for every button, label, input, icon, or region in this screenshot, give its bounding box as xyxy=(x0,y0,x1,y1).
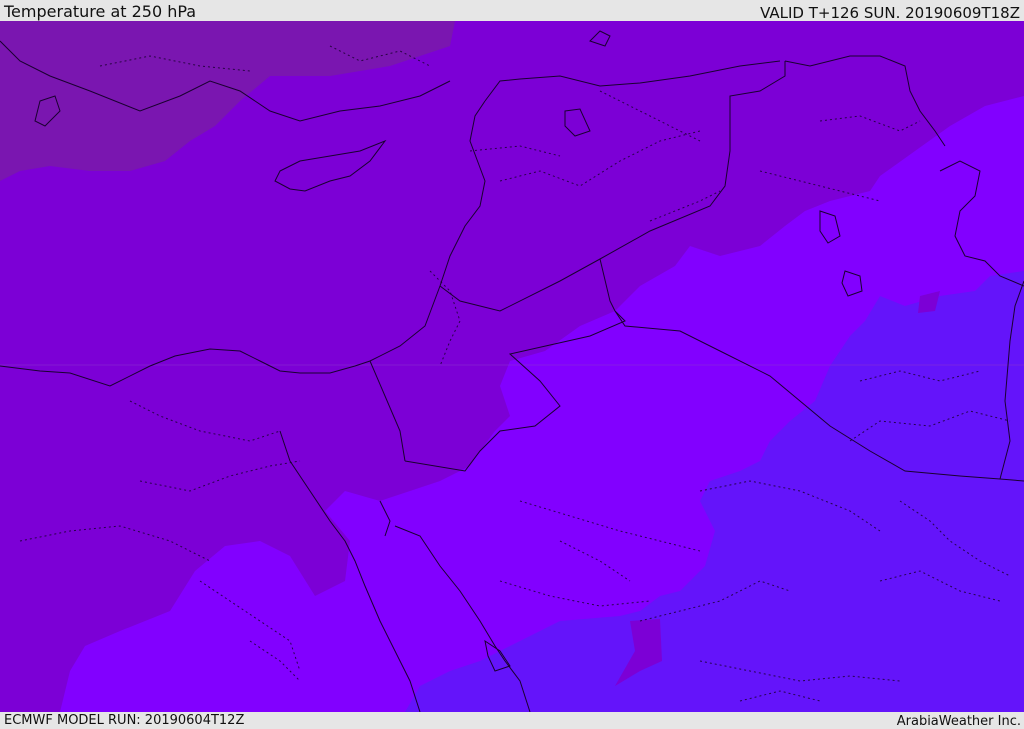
map-title: Temperature at 250 hPa xyxy=(4,2,197,21)
valid-time-label: VALID T+126 SUN. 20190609T18Z xyxy=(760,4,1020,22)
credit-label: ArabiaWeather Inc. xyxy=(896,714,1021,729)
model-run-label: ECMWF MODEL RUN: 20190604T12Z xyxy=(4,713,245,728)
page: Temperature at 250 hPa VALID T+126 SUN. … xyxy=(0,0,1024,729)
temperature-map xyxy=(0,21,1024,712)
footer-bar: ECMWF MODEL RUN: 20190604T12Z ArabiaWeat… xyxy=(0,712,1024,729)
header-bar: Temperature at 250 hPa VALID T+126 SUN. … xyxy=(0,0,1024,22)
